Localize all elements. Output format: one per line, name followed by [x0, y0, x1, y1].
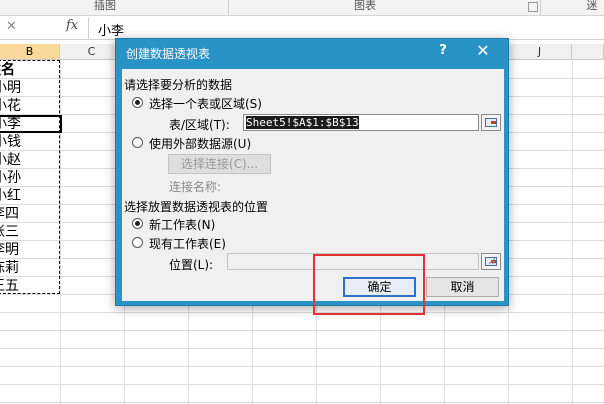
column-header-j[interactable]: J: [508, 44, 572, 60]
highlight-annotation-box: [313, 254, 425, 315]
dialog-launcher-icon[interactable]: [528, 2, 538, 12]
grid-line: [60, 60, 61, 404]
table-range-value: Sheet5!$A$1:$B$13: [246, 116, 359, 129]
radio-existing-sheet-label[interactable]: 现有工作表(E): [149, 235, 226, 252]
grid-line: [0, 330, 604, 331]
ribbon-group-charts: 图表: [354, 0, 376, 12]
cancel-button[interactable]: 取消: [426, 277, 499, 297]
create-pivot-table-dialog: 创建数据透视表 ? ✕ 请选择要分析的数据 选择一个表或区域(S) 表/区域(T…: [115, 38, 509, 306]
grid-line: [572, 60, 573, 404]
resize-grip-icon[interactable]: [488, 257, 496, 265]
radio-select-table-label[interactable]: 选择一个表或区域(S): [149, 95, 262, 112]
table-range-input[interactable]: Sheet5!$A$1:$B$13: [243, 114, 479, 131]
radio-external-source-label[interactable]: 使用外部数据源(U): [149, 135, 251, 152]
radio-select-table[interactable]: [132, 97, 143, 108]
radio-new-sheet-label[interactable]: 新工作表(N): [149, 216, 215, 233]
grid-line: [0, 402, 604, 403]
grid-line: [0, 384, 604, 385]
ribbon-group-sparklines: 迷: [586, 0, 598, 12]
section-analyze-data: 请选择要分析的数据: [124, 78, 233, 92]
active-cell: [0, 115, 62, 133]
radio-external-source[interactable]: [132, 137, 143, 148]
formula-input[interactable]: 小李: [98, 20, 124, 39]
range-picker-icon: [485, 118, 497, 127]
column-header-b[interactable]: B: [0, 44, 60, 60]
table-range-label: 表/区域(T):: [169, 118, 230, 132]
connection-name-label: 连接名称:: [169, 180, 222, 194]
insert-function-button[interactable]: fx: [66, 18, 78, 33]
radio-existing-sheet[interactable]: [132, 237, 143, 248]
dialog-title: 创建数据透视表: [126, 47, 211, 61]
close-button[interactable]: ✕: [473, 41, 493, 60]
section-placement: 选择放置数据透视表的位置: [124, 200, 269, 214]
ribbon-group-illustrations: 插图: [94, 0, 116, 12]
copy-marquee: [0, 60, 60, 294]
formula-bar-divider: [88, 17, 89, 39]
ribbon-group-bar: 插图 图表 迷: [0, 0, 604, 16]
grid-line: [0, 312, 604, 313]
choose-connection-button[interactable]: 选择连接(C)...: [168, 154, 271, 174]
ribbon-separator: [540, 0, 541, 15]
location-label: 位置(L):: [169, 258, 214, 272]
formula-bar: ✕ fx 小李: [0, 17, 604, 40]
range-picker-button[interactable]: [481, 114, 501, 131]
grid-line: [0, 348, 604, 349]
grid-line: [0, 366, 604, 367]
column-header-k[interactable]: [572, 44, 604, 60]
help-button[interactable]: ?: [435, 43, 451, 58]
cancel-icon[interactable]: ✕: [6, 19, 17, 34]
formula-bar-buttons: ✕ fx: [0, 17, 88, 39]
radio-new-sheet[interactable]: [132, 218, 143, 229]
ribbon-separator: [228, 0, 229, 15]
